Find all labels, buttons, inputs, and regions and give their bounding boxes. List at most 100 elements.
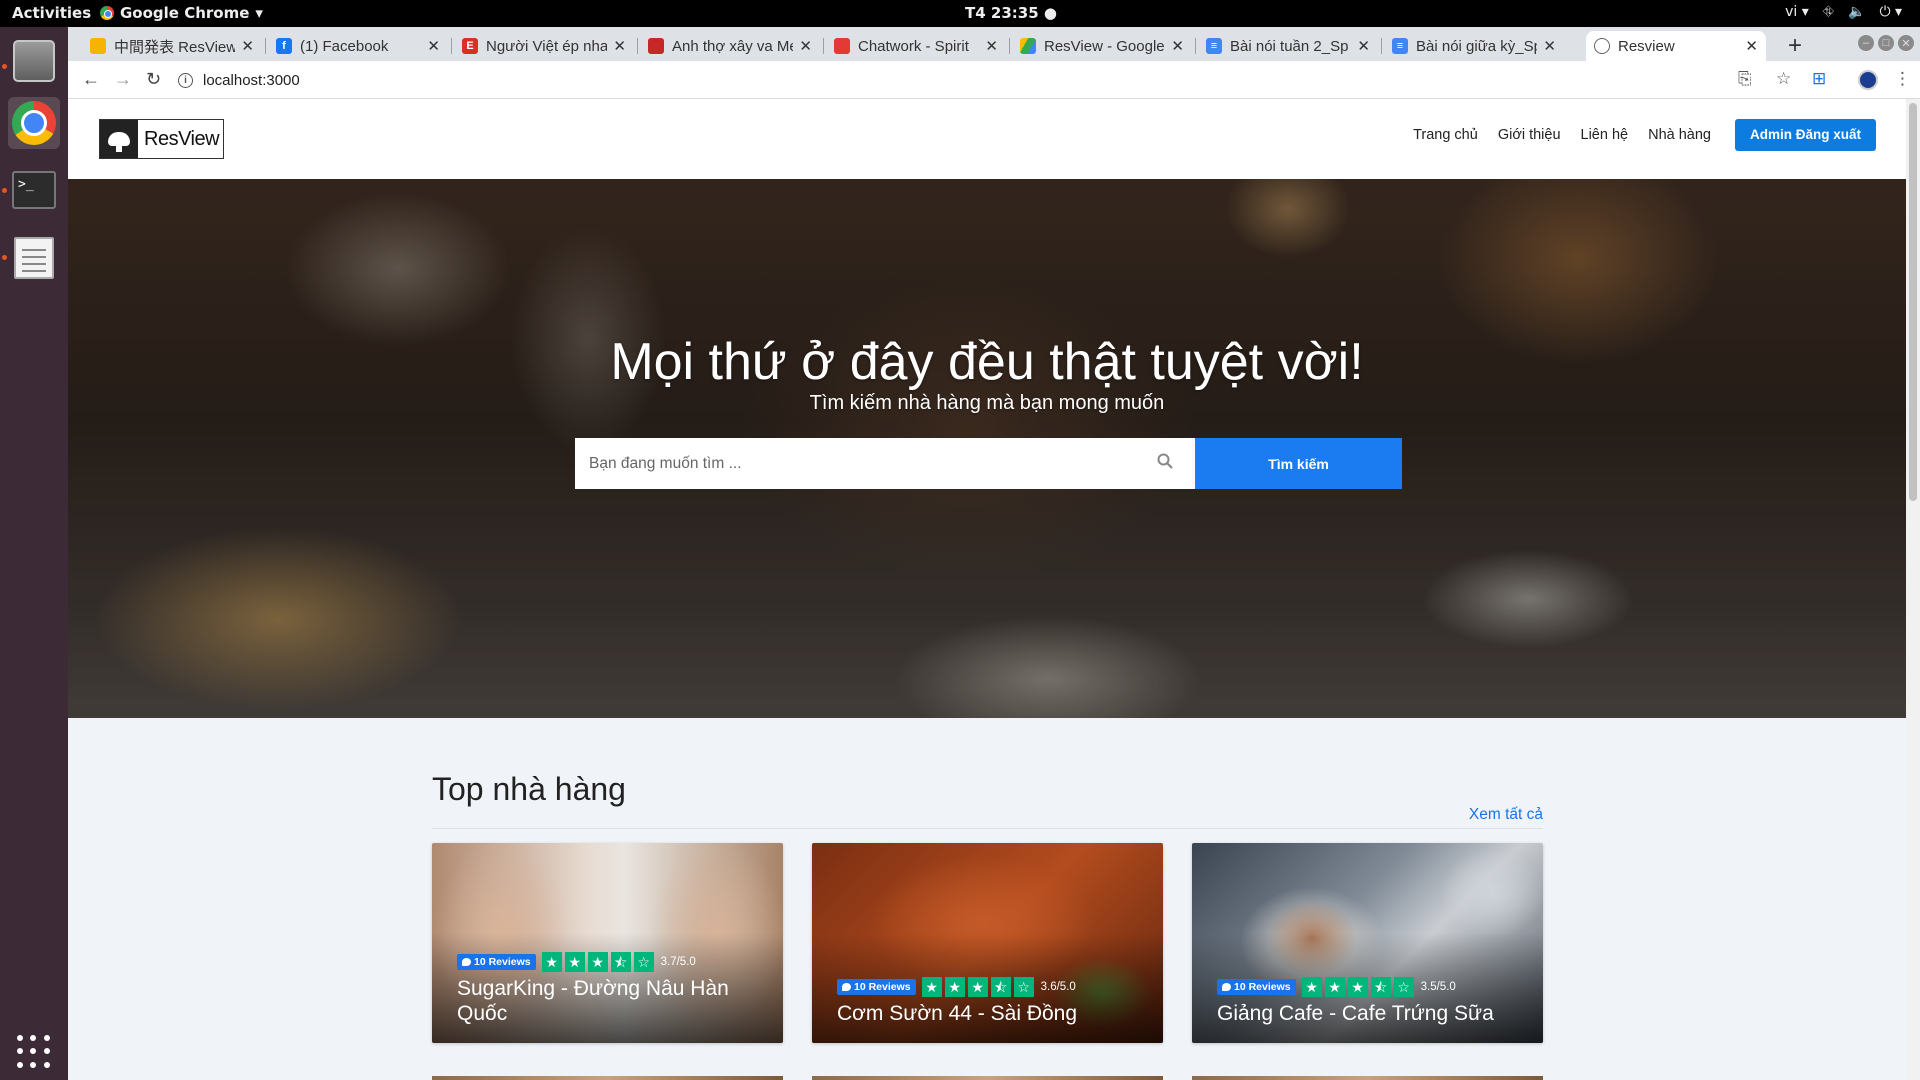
back-arrow-icon[interactable]: ← (82, 69, 100, 90)
rating-row: 10 Reviews ★ ★ ★ ⯪ ☆ 3.7/5.0 (457, 952, 696, 972)
tab-strip: 中間発表 ResView ✕ f (1) Facebook ✕ E Người … (68, 27, 1920, 61)
restaurant-name: Cơm Sườn 44 - Sài Đồng (837, 1002, 1078, 1025)
tab[interactable]: ≡ Bài nói tuần 2_Sp ✕ (1198, 31, 1378, 61)
close-icon[interactable]: ✕ (241, 37, 254, 55)
system-tray[interactable]: vi ▾ ⛗ 🔈 ⏻ ▾ (1785, 4, 1902, 20)
reviews-count: 10 Reviews (474, 956, 531, 968)
tab[interactable]: f (1) Facebook ✕ (268, 31, 448, 61)
chrome-icon (100, 6, 114, 20)
site-logo[interactable]: ResView (99, 119, 225, 159)
running-indicator (2, 255, 7, 260)
volume-icon: 🔈 (1848, 4, 1866, 20)
bookmark-star-icon[interactable]: ☆ (1776, 69, 1791, 89)
close-icon[interactable]: ✕ (1745, 37, 1758, 55)
rating-row: 10 Reviews ★ ★ ★ ⯪ ☆ 3.5/5.0 (1217, 977, 1456, 997)
next-card-preview (812, 1076, 1163, 1080)
new-tab-plus-icon[interactable]: + (1788, 32, 1802, 60)
star-empty-icon: ☆ (1393, 977, 1414, 997)
close-icon[interactable]: ✕ (1357, 37, 1370, 55)
close-window-icon[interactable]: ✕ (1898, 35, 1914, 51)
tab[interactable]: Anh thợ xây va Me ✕ (640, 31, 820, 61)
page-scrollbar[interactable] (1906, 99, 1920, 1080)
chrome-launcher[interactable] (8, 97, 60, 149)
maximize-icon[interactable]: □ (1878, 35, 1894, 51)
forward-arrow-icon[interactable]: → (114, 69, 132, 90)
nav-home[interactable]: Trang chủ (1413, 127, 1478, 143)
nav-restaurants[interactable]: Nhà hàng (1648, 127, 1711, 143)
files-launcher[interactable] (8, 35, 60, 87)
star-empty-icon: ☆ (633, 952, 654, 972)
restaurant-card[interactable]: 10 Reviews ★ ★ ★ ⯪ ☆ 3.7/5.0 SugarKing -… (432, 843, 783, 1043)
star-half-icon: ⯪ (610, 952, 631, 972)
activities-button[interactable]: Activities (12, 4, 91, 22)
restaurant-card[interactable]: 10 Reviews ★ ★ ★ ⯪ ☆ 3.6/5.0 Cơm Sườn 44… (812, 843, 1163, 1043)
tab-active[interactable]: Resview ✕ (1586, 31, 1766, 61)
star-half-icon: ⯪ (990, 977, 1011, 997)
tab-title: 中間発表 ResView (114, 38, 236, 56)
close-icon[interactable]: ✕ (427, 37, 440, 55)
address-bar[interactable]: i localhost:3000 (178, 65, 1798, 95)
search-input[interactable] (575, 438, 1135, 489)
admin-logout-button[interactable]: Admin Đăng xuất (1734, 119, 1876, 151)
hero-banner: Mọi thứ ở đây đều thật tuyệt vời! Tìm ki… (68, 179, 1906, 718)
text-editor-icon (14, 237, 54, 279)
main-nav: Trang chủ Giới thiệu Liên hệ Nhà hàng Ad… (1413, 119, 1906, 151)
video-icon (648, 38, 664, 54)
news-icon: E (462, 38, 478, 54)
see-all-link[interactable]: Xem tất cả (1469, 806, 1543, 824)
tab-title: Người Việt ép nha (486, 37, 608, 55)
profile-avatar[interactable] (1858, 70, 1878, 90)
close-icon[interactable]: ✕ (1171, 37, 1184, 55)
chrome-icon (12, 101, 56, 145)
comment-icon (1222, 983, 1231, 991)
close-icon[interactable]: ✕ (985, 37, 998, 55)
cloud-logo-icon (100, 120, 138, 158)
more-menu-icon[interactable]: ⋮ (1894, 69, 1911, 89)
comment-icon (842, 983, 851, 991)
chatwork-icon (834, 38, 850, 54)
tab[interactable]: E Người Việt ép nha ✕ (454, 31, 634, 61)
star-icon: ★ (1324, 977, 1345, 997)
system-top-bar: Activities Google Chrome ▾ T4 23:35 ● vi… (0, 0, 1920, 27)
restaurant-name: SugarKing - Đường Nâu Hàn Quốc (457, 977, 729, 1025)
tab[interactable]: 中間発表 ResView ✕ (82, 31, 262, 61)
slides-icon (90, 38, 106, 54)
close-icon[interactable]: ✕ (613, 37, 626, 55)
tab-title: Bài nói tuần 2_Sp (1230, 37, 1349, 55)
tab[interactable]: ≡ Bài nói giữa kỳ_Sp ✕ (1384, 31, 1564, 61)
search-icon[interactable] (1157, 453, 1173, 469)
search-button[interactable]: Tìm kiếm (1195, 438, 1402, 489)
close-icon[interactable]: ✕ (799, 37, 812, 55)
browser-toolbar: ← → ↻ i localhost:3000 ⎘ ☆ ⊞ ⋮ (68, 61, 1920, 99)
reviews-badge: 10 Reviews (1217, 979, 1296, 995)
translate-icon[interactable]: ⎘ (1738, 69, 1752, 89)
nav-contact[interactable]: Liên hệ (1581, 127, 1629, 143)
language-label: vi (1785, 4, 1798, 20)
nav-about[interactable]: Giới thiệu (1498, 127, 1561, 143)
close-icon[interactable]: ✕ (1543, 37, 1556, 55)
scrollbar-thumb[interactable] (1909, 103, 1917, 501)
tab[interactable]: Chatwork - Spirit ✕ (826, 31, 1006, 61)
rating-score: 3.6/5.0 (1040, 981, 1076, 993)
tab-title: Resview (1618, 37, 1675, 55)
minimize-icon[interactable]: – (1858, 35, 1874, 51)
show-applications-button[interactable] (14, 1032, 54, 1072)
google-translate-extension-icon[interactable]: ⊞ (1812, 69, 1826, 89)
app-menu[interactable]: Google Chrome ▾ (100, 4, 263, 22)
star-icon: ★ (587, 952, 608, 972)
star-icon: ★ (944, 977, 965, 997)
input-language[interactable]: vi ▾ (1785, 4, 1809, 20)
site-header: ResView Trang chủ Giới thiệu Liên hệ Nhà… (68, 99, 1906, 179)
logo-text: ResView (144, 127, 220, 150)
clock[interactable]: T4 23:35 ● (965, 4, 1057, 22)
restaurant-card[interactable]: 10 Reviews ★ ★ ★ ⯪ ☆ 3.5/5.0 Giảng Cafe … (1192, 843, 1543, 1043)
info-icon[interactable]: i (178, 72, 193, 88)
text-editor-launcher[interactable] (8, 232, 60, 284)
notification-dot-icon: ● (1043, 4, 1057, 22)
reviews-badge: 10 Reviews (837, 979, 916, 995)
reload-icon[interactable]: ↻ (146, 69, 161, 90)
dock: >_ (0, 27, 68, 1080)
tab[interactable]: ResView - Google ✕ (1012, 31, 1192, 61)
terminal-launcher[interactable]: >_ (8, 164, 60, 216)
star-empty-icon: ☆ (1013, 977, 1034, 997)
